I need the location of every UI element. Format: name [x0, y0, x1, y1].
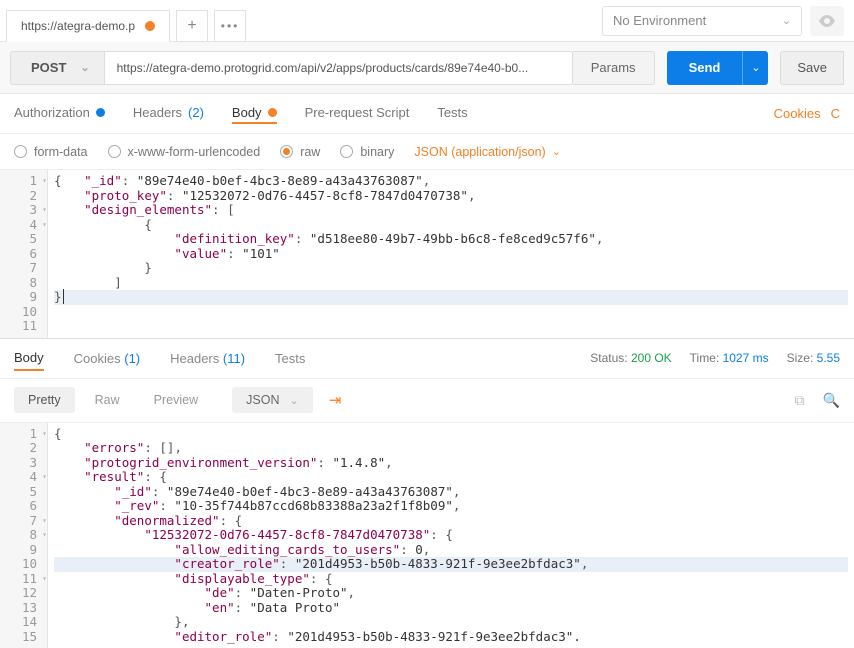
- chevron-down-icon: ⌄: [80, 61, 89, 74]
- radio-label: binary: [360, 145, 394, 159]
- radio-icon: [280, 145, 293, 158]
- radio-formdata[interactable]: form-data: [14, 145, 88, 159]
- search-button[interactable]: 🔍: [823, 392, 840, 409]
- code-area: { "errors": [], "protogrid_environment_v…: [48, 423, 854, 648]
- copy-button[interactable]: ⧉: [795, 392, 805, 409]
- size-value: 5.55: [817, 351, 840, 365]
- tab-authorization[interactable]: Authorization: [14, 105, 105, 122]
- save-button[interactable]: Save: [780, 51, 844, 85]
- code-area[interactable]: { "_id": "89e74e40-b0ef-4bc3-8e89-a43a43…: [48, 170, 854, 338]
- response-body-viewer[interactable]: 123456789101112131415 { "errors": [], "p…: [0, 423, 854, 648]
- response-view-row: Pretty Raw Preview JSON ⌄ ⇥ ⧉ 🔍: [0, 379, 854, 423]
- chevron-down-icon: ⌄: [552, 145, 561, 158]
- cookies-count: (1): [124, 351, 140, 366]
- status-value: 200 OK: [631, 351, 672, 365]
- response-tabs: Body Cookies (1) Headers (11) Tests Stat…: [0, 339, 854, 379]
- status-block: Status: 200 OK: [590, 351, 671, 365]
- headers-count: (2): [188, 105, 204, 120]
- view-preview[interactable]: Preview: [140, 387, 212, 413]
- method-label: POST: [31, 60, 66, 75]
- url-text: https://ategra-demo.protogrid.com/api/v2…: [117, 61, 529, 75]
- dot-icon: [96, 108, 105, 117]
- view-pretty[interactable]: Pretty: [14, 387, 75, 413]
- tab-label: Cookies: [74, 351, 121, 366]
- send-button[interactable]: Send: [667, 51, 743, 85]
- new-tab-button[interactable]: +: [176, 10, 208, 42]
- time-value: 1027 ms: [723, 351, 769, 365]
- content-type-select[interactable]: JSON (application/json) ⌄: [414, 145, 561, 159]
- time-block: Time: 1027 ms: [690, 351, 769, 365]
- radio-icon: [108, 145, 121, 158]
- format-select[interactable]: JSON ⌄: [232, 387, 313, 413]
- size-block: Size: 5.55: [787, 351, 840, 365]
- plus-icon: +: [187, 17, 196, 35]
- radio-label: x-www-form-urlencoded: [128, 145, 261, 159]
- radio-urlencoded[interactable]: x-www-form-urlencoded: [108, 145, 261, 159]
- tab-label: Authorization: [14, 105, 90, 120]
- content-type-label: JSON (application/json): [414, 145, 545, 159]
- line-gutter: 123456789101112131415: [0, 423, 48, 648]
- dot-icon: [268, 108, 277, 117]
- environment-select[interactable]: No Environment ⌄: [602, 6, 802, 36]
- request-tabs-area: https://ategra-demo.p + •••: [0, 0, 602, 42]
- tab-body[interactable]: Body: [232, 103, 277, 124]
- body-options: form-data x-www-form-urlencoded raw bina…: [0, 134, 854, 170]
- radio-raw[interactable]: raw: [280, 145, 320, 159]
- chevron-down-icon: ⌄: [782, 14, 791, 27]
- format-label: JSON: [246, 393, 279, 407]
- request-tab[interactable]: https://ategra-demo.p: [6, 10, 170, 42]
- tab-tests[interactable]: Tests: [437, 105, 467, 122]
- chevron-down-icon: ⌄: [289, 394, 298, 407]
- res-tab-tests[interactable]: Tests: [275, 351, 305, 366]
- request-row: POST ⌄ https://ategra-demo.protogrid.com…: [0, 42, 854, 94]
- request-body-editor[interactable]: 1234567891011 { "_id": "89e74e40-b0ef-4b…: [0, 170, 854, 339]
- view-raw[interactable]: Raw: [81, 387, 134, 413]
- dots-icon: •••: [221, 19, 240, 33]
- request-subtabs: Authorization Headers (2) Body Pre-reque…: [0, 94, 854, 134]
- res-tab-cookies[interactable]: Cookies (1): [74, 351, 140, 366]
- environment-area: No Environment ⌄: [602, 6, 854, 36]
- request-tab-title: https://ategra-demo.p: [21, 19, 135, 33]
- response-meta: Status: 200 OK Time: 1027 ms Size: 5.55: [590, 351, 840, 365]
- response-tools: ⧉ 🔍: [795, 392, 840, 409]
- radio-icon: [340, 145, 353, 158]
- url-input[interactable]: https://ategra-demo.protogrid.com/api/v2…: [104, 51, 573, 85]
- headers-count: (11): [223, 351, 245, 366]
- meta-label: Status:: [590, 351, 627, 365]
- meta-label: Time:: [690, 351, 720, 365]
- params-button[interactable]: Params: [573, 51, 655, 85]
- tab-options-button[interactable]: •••: [214, 10, 246, 42]
- eye-icon: [818, 15, 836, 27]
- tab-headers[interactable]: Headers (2): [133, 105, 204, 122]
- code-link[interactable]: C: [831, 106, 840, 121]
- tab-prerequest[interactable]: Pre-request Script: [305, 105, 410, 122]
- unsaved-dot-icon: [145, 21, 155, 31]
- tab-label: Headers: [133, 105, 182, 120]
- line-gutter: 1234567891011: [0, 170, 48, 338]
- radio-binary[interactable]: binary: [340, 145, 394, 159]
- cookies-link[interactable]: Cookies: [774, 106, 821, 121]
- environment-preview-button[interactable]: [810, 6, 844, 36]
- radio-icon: [14, 145, 27, 158]
- res-tab-headers[interactable]: Headers (11): [170, 351, 245, 366]
- tab-label: Headers: [170, 351, 219, 366]
- res-tab-body[interactable]: Body: [14, 346, 44, 371]
- radio-label: raw: [300, 145, 320, 159]
- meta-label: Size:: [787, 351, 814, 365]
- method-select[interactable]: POST ⌄: [10, 51, 104, 85]
- send-dropdown[interactable]: ⌄: [742, 51, 768, 85]
- wrap-lines-button[interactable]: ⇥: [329, 391, 342, 409]
- chevron-down-icon: ⌄: [751, 61, 760, 74]
- top-bar: https://ategra-demo.p + ••• No Environme…: [0, 0, 854, 42]
- tab-label: Body: [232, 105, 262, 120]
- environment-label: No Environment: [613, 13, 706, 28]
- radio-label: form-data: [34, 145, 88, 159]
